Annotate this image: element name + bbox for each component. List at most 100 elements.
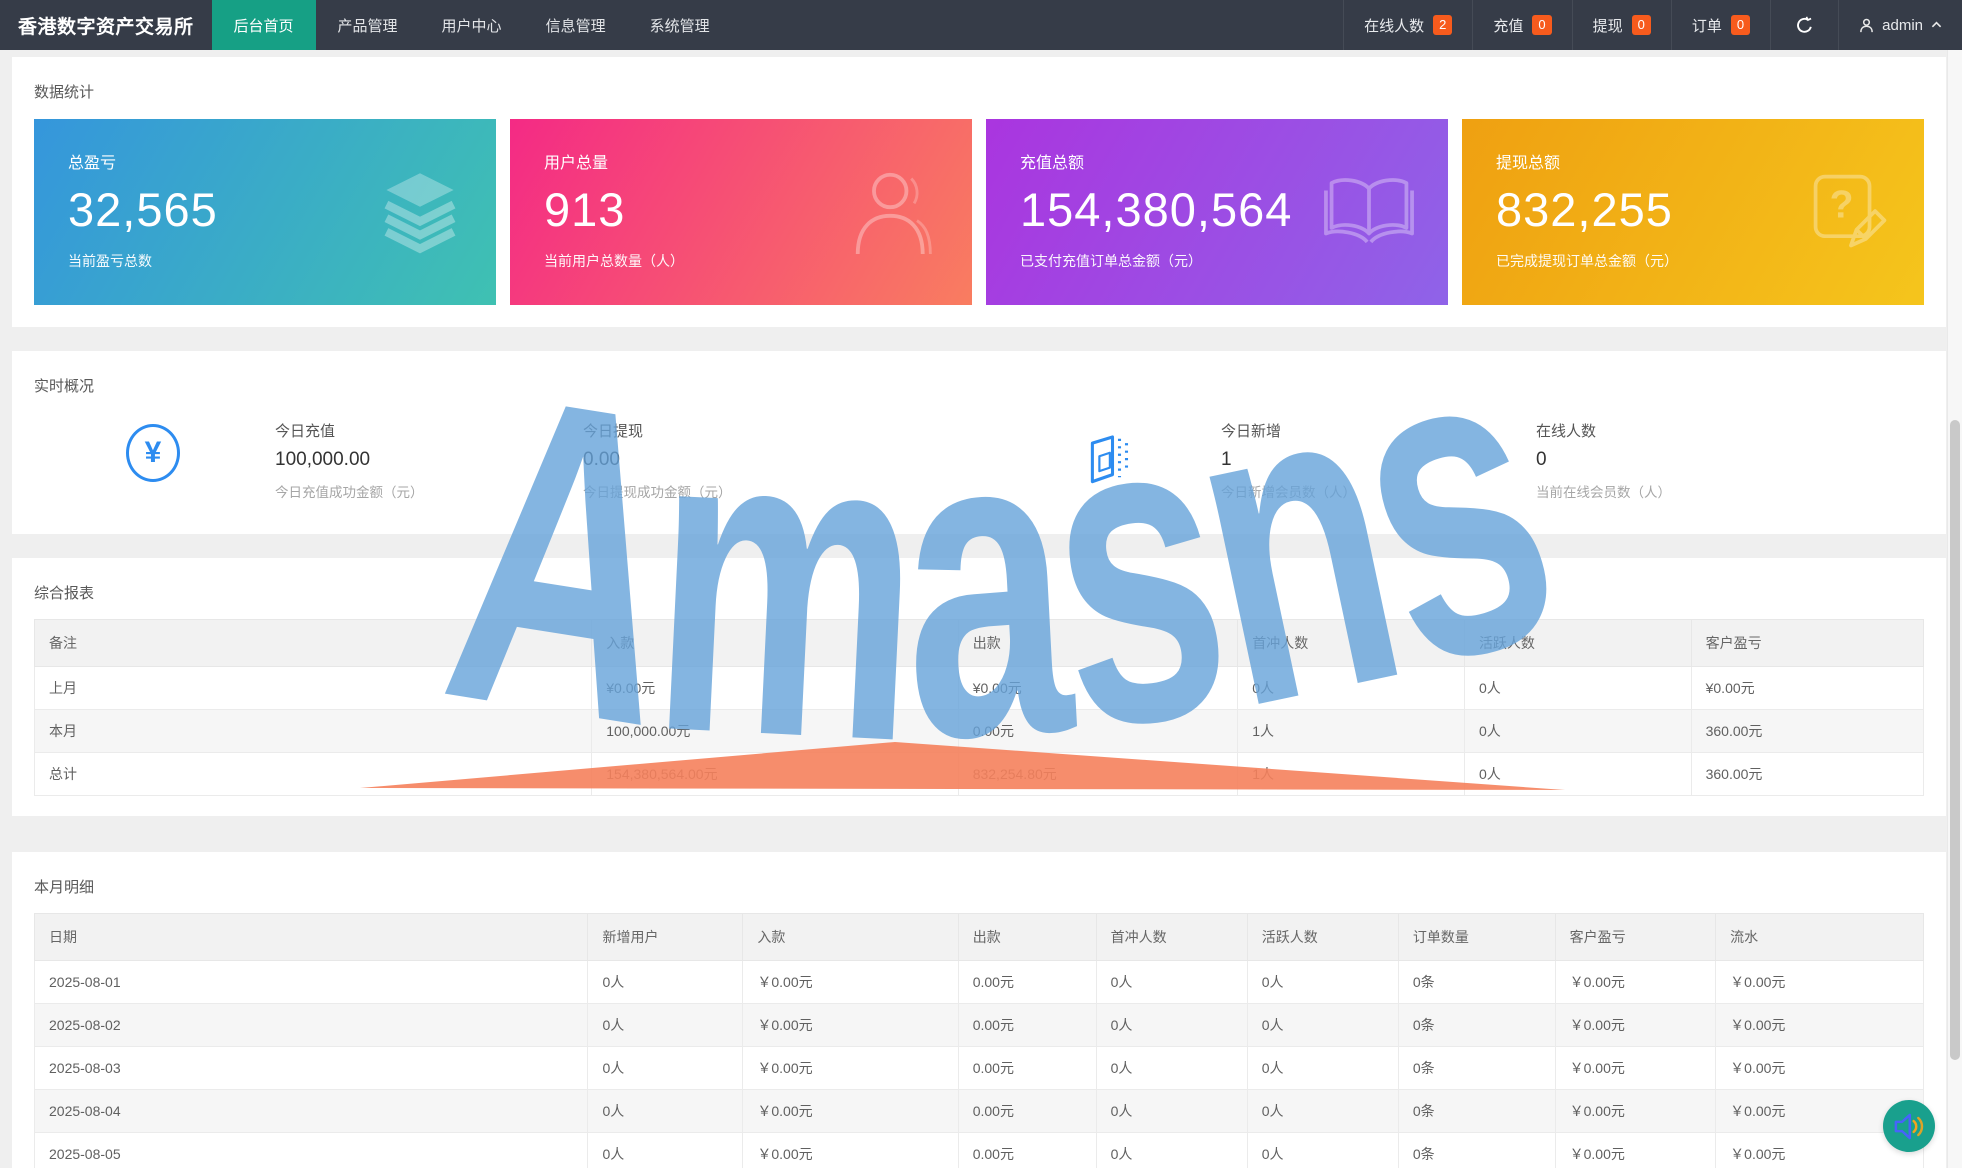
cell: 360.00元	[1690, 752, 1925, 796]
header-cell: 日期	[33, 913, 589, 961]
summary-table-wrap: 备注 入款 出款 首冲人数 活跃人数 客户盈亏 上月 ¥0.00元 ¥0.00元 0人 0人 ¥0.0…	[33, 619, 1925, 796]
cell: 0人	[1463, 666, 1692, 710]
stat-value: 0	[1536, 449, 1547, 470]
stat-value: 100,000.00	[275, 449, 371, 470]
scrollbar-thumb[interactable]	[1950, 420, 1960, 1060]
username: admin	[1882, 16, 1923, 34]
speaker-icon	[1892, 1111, 1926, 1142]
cell: 上月	[33, 666, 593, 710]
stat-label: 在线人数	[1536, 423, 1597, 440]
building-icon	[1081, 430, 1137, 486]
cell: 2025-08-01	[33, 960, 589, 1004]
cell: 2025-08-04	[33, 1089, 589, 1133]
card-label: 充值总额	[1020, 155, 1085, 172]
top-navbar: 香港数字资产交易所 后台首页 产品管理 用户中心 信息管理 系统管理 在线人数 2 充值 0 提…	[0, 0, 1962, 50]
realtime-stat-1: 今日提现 0.00 今日提现成功金额（元）	[583, 420, 732, 501]
cell: ¥0.00元	[591, 666, 959, 710]
cell: 0.00元	[957, 1089, 1097, 1133]
cell: ￥0.00元	[1554, 960, 1717, 1004]
count-badge: 0	[1631, 15, 1651, 35]
user-menu[interactable]: admin	[1838, 0, 1962, 50]
stat-caption: 当前在线会员数（人）	[1536, 485, 1671, 500]
cell: 0.00元	[957, 1046, 1097, 1090]
cell: 0条	[1397, 1132, 1556, 1168]
cell: 0人	[1237, 666, 1465, 710]
cell: 0.00元	[957, 709, 1239, 753]
cell: 0人	[1095, 1132, 1248, 1168]
person-icon	[852, 166, 938, 258]
cell: 1人	[1237, 752, 1465, 796]
realtime-stat-0: 今日充值 100,000.00 今日充值成功金额（元）	[275, 420, 424, 501]
scrollbar-track[interactable]	[1947, 50, 1962, 1168]
nav-right: 在线人数 2 充值 0 提现 0 订单 0 admin	[1343, 0, 1962, 50]
cell: 832,254.80元	[957, 752, 1239, 796]
tab-0[interactable]: 后台首页	[211, 0, 316, 50]
realtime-stat-3: 在线人数 0 当前在线会员数（人）	[1536, 420, 1671, 501]
header-cell: 流水	[1715, 913, 1924, 961]
tab-4[interactable]: 系统管理	[628, 0, 732, 50]
stat-label: 今日新增	[1221, 423, 1282, 440]
cell: 0人	[1246, 960, 1399, 1004]
header-cell: 入款	[742, 913, 959, 961]
cell: 0人	[587, 1089, 744, 1133]
table-row: 2025-08-04 0人 ￥0.00元 0.00元 0人 0人 0条 ￥0.00元 ￥0.00…	[33, 1089, 1924, 1133]
status-item-0[interactable]: 在线人数 2	[1343, 0, 1472, 50]
cell: 0.00元	[957, 960, 1097, 1004]
cell: 0人	[1246, 1046, 1399, 1090]
status-item-2[interactable]: 提现 0	[1571, 0, 1671, 50]
table-row: 上月 ¥0.00元 ¥0.00元 0人 0人 ¥0.00元	[33, 666, 1925, 710]
user-icon	[1859, 18, 1874, 33]
cell: ¥0.00元	[1690, 666, 1925, 710]
header-cell: 新增用户	[587, 913, 744, 961]
cell: 0人	[587, 1003, 744, 1047]
realtime-panel-title: 实时概况	[34, 378, 95, 395]
stat-card-1: 用户总量 913 当前用户总数量（人）	[510, 119, 972, 305]
detail-table: 日期 新增用户 入款 出款 首冲人数 活跃人数 订单数量 客户盈亏 流水 2025-08-01 0人…	[33, 913, 1924, 1168]
cell: 0人	[587, 1132, 744, 1168]
detail-panel: 本月明细 日期 新增用户 入款 出款 首冲人数 活跃人数 订单数量 客户盈亏 流水 2025-08…	[12, 852, 1946, 1168]
voice-button[interactable]	[1883, 1100, 1935, 1152]
refresh-icon	[1795, 15, 1814, 35]
stat-label: 今日充值	[275, 423, 336, 440]
header-cell: 活跃人数	[1463, 619, 1692, 667]
stat-value: 1	[1221, 449, 1232, 470]
cell: 2025-08-03	[33, 1046, 589, 1090]
refresh-button[interactable]	[1770, 0, 1838, 50]
cell: 0人	[1463, 752, 1692, 796]
doc-question-icon: ?	[1810, 171, 1890, 253]
status-label: 提现	[1592, 17, 1623, 35]
stat-card-3: 提现总额 832,255 已完成提现订单总金额（元）?	[1462, 119, 1924, 305]
status-label: 充值	[1493, 17, 1524, 35]
header-cell: 首冲人数	[1095, 913, 1248, 961]
stats-panel-title: 数据统计	[34, 84, 95, 101]
cell: 0条	[1397, 1046, 1556, 1090]
summary-panel: 综合报表 备注 入款 出款 首冲人数 活跃人数 客户盈亏 上月 ¥0.00元 ¥0.00元 0人 0…	[12, 558, 1946, 816]
header-cell: 订单数量	[1397, 913, 1556, 961]
table-row: 2025-08-01 0人 ￥0.00元 0.00元 0人 0人 0条 ￥0.00元 ￥0.00…	[33, 960, 1924, 1004]
status-item-3[interactable]: 订单 0	[1670, 0, 1770, 50]
cell: ￥0.00元	[1715, 1003, 1924, 1047]
cell: 0人	[1095, 960, 1248, 1004]
tab-3[interactable]: 信息管理	[524, 0, 628, 50]
cell: 0.00元	[957, 1132, 1097, 1168]
cell: 0人	[1095, 1089, 1248, 1133]
realtime-row: ¥ 今日充值 100,000.00 今日充值成功金额（元） 今日提现 0.00 今日提现成功…	[34, 418, 1924, 514]
yen-circle-icon: ¥	[126, 424, 180, 482]
stat-caption: 今日新增会员数（人）	[1221, 485, 1356, 500]
tab-1[interactable]: 产品管理	[316, 0, 420, 50]
status-item-1[interactable]: 充值 0	[1472, 0, 1571, 50]
count-badge: 2	[1433, 15, 1453, 35]
table-row: 2025-08-02 0人 ￥0.00元 0.00元 0人 0人 0条 ￥0.00元 ￥0.00…	[33, 1003, 1924, 1047]
header-cell: 入款	[591, 619, 959, 667]
tab-2[interactable]: 用户中心	[420, 0, 524, 50]
table-row: 本月 100,000.00元 0.00元 1人 0人 360.00元	[33, 709, 1925, 753]
brand-title: 香港数字资产交易所	[18, 16, 194, 38]
detail-table-wrap: 日期 新增用户 入款 出款 首冲人数 活跃人数 订单数量 客户盈亏 流水 2025-08-01 0人…	[33, 913, 1924, 1168]
cell: 0条	[1397, 1089, 1556, 1133]
cell: ￥0.00元	[1554, 1089, 1717, 1133]
layers-icon	[378, 169, 462, 255]
cell: 0人	[1246, 1003, 1399, 1047]
cell: ￥0.00元	[742, 1046, 959, 1090]
header-cell: 客户盈亏	[1690, 619, 1925, 667]
open-book-icon	[1324, 176, 1414, 249]
